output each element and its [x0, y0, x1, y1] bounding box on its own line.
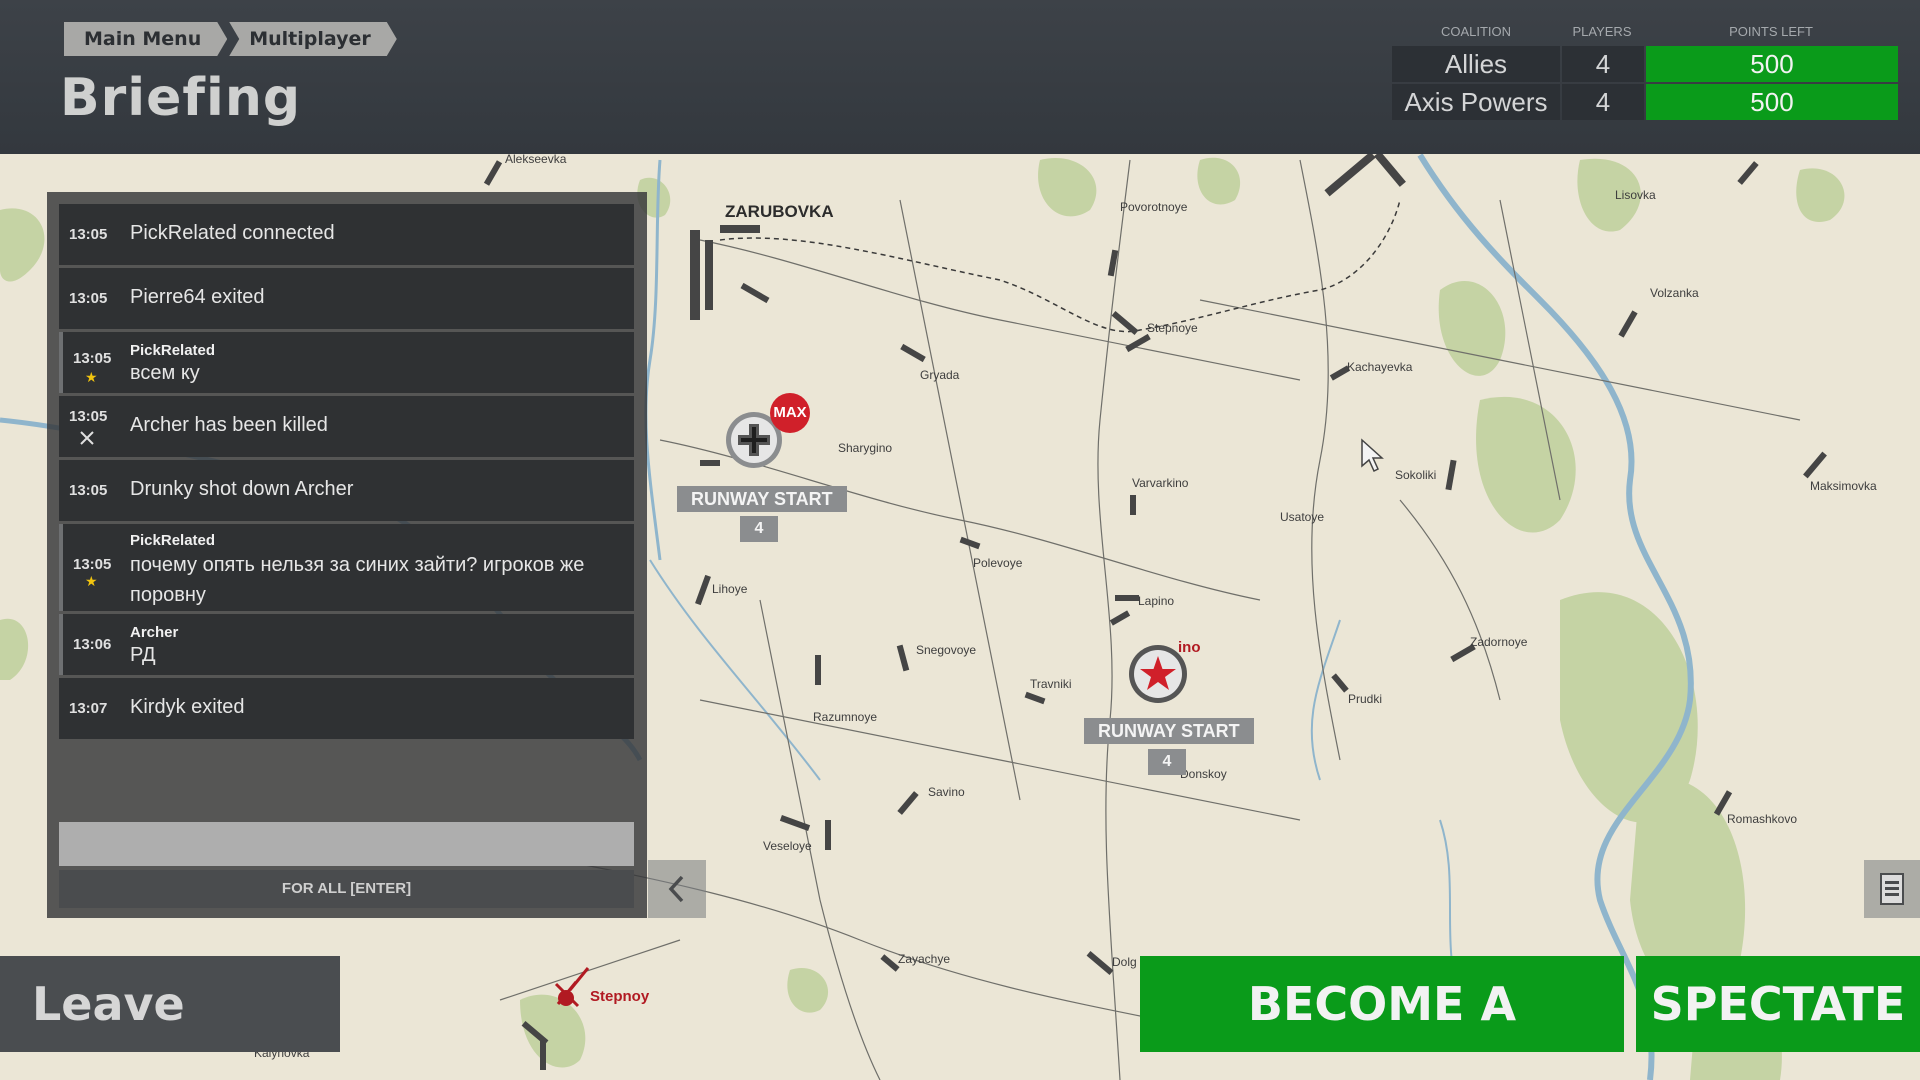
coalition-row-axis: Axis Powers 4 500: [1392, 84, 1898, 120]
star-icon: ★: [85, 574, 98, 590]
header-coalition: COALITION: [1440, 24, 1512, 39]
message-time: 13:05: [69, 290, 108, 307]
message-text: всем ку: [130, 362, 200, 384]
town-polevoye: Polevoye: [973, 556, 1023, 570]
town-donskoy: Donskoy: [1180, 767, 1227, 781]
town-zarubovka: ZARUBOVKA: [725, 202, 834, 221]
town-varvarkino: Varvarkino: [1132, 476, 1189, 490]
message-text: Kirdyk exited: [130, 696, 245, 718]
coalition-players: 4: [1562, 46, 1644, 82]
message-time: 13:05: [69, 226, 108, 243]
message-text: Archer has been killed: [130, 414, 328, 436]
axis-runway-start-label[interactable]: RUNWAY START: [677, 486, 847, 512]
town-kachayevka: Kachayevka: [1347, 360, 1413, 374]
destroyed-icon: [554, 967, 590, 1008]
become-gunner-button[interactable]: BECOME A GUNNER: [1140, 956, 1624, 1080]
town-stepnoy: Stepnoy: [590, 988, 650, 1005]
chat-message: 13:05 Archer has been killed: [59, 396, 634, 457]
town-sharygino: Sharygino: [838, 441, 893, 455]
message-time: 13:05: [73, 556, 112, 573]
chat-message: 13:07 Kirdyk exited: [59, 678, 634, 739]
message-time: 13:06: [73, 636, 112, 653]
message-author: Archer: [130, 624, 179, 641]
coalition-row-allies: Allies 4 500: [1392, 46, 1898, 82]
coalition-table: COALITION PLAYERS POINTS LEFT Allies 4 5…: [1392, 24, 1898, 120]
leave-server-button[interactable]: Leave Server: [0, 956, 340, 1080]
max-badge: MAX: [770, 393, 810, 433]
town-sokoliki: Sokoliki: [1395, 468, 1437, 482]
message-text: Pierre64 exited: [130, 286, 265, 308]
chat-message: 13:05 Drunky shot down Archer: [59, 460, 634, 521]
spectate-button[interactable]: SPECTATE: [1636, 956, 1920, 1052]
header-points-left: POINTS LEFT: [1729, 24, 1813, 39]
chat-message: 13:05 ★ PickRelated всем ку: [59, 332, 634, 393]
town-veseloye: Veseloye: [763, 839, 812, 853]
map-legend-button[interactable]: [1864, 860, 1920, 918]
message-text: PickRelated connected: [130, 222, 335, 244]
message-text: Drunky shot down Archer: [130, 478, 354, 500]
document-icon: [1880, 873, 1904, 905]
town-povorotnoye: Povorotnoye: [1120, 200, 1188, 214]
message-time: 13:05: [73, 350, 112, 367]
crossed-swords-icon: [79, 430, 95, 450]
message-author: PickRelated: [130, 342, 216, 359]
coalition-name: Axis Powers: [1392, 84, 1560, 120]
chat-panel: 13:05 PickRelated connected 13:05 Pierre…: [47, 192, 647, 918]
town-zadornoye: Zadornoye: [1470, 635, 1528, 649]
coalition-points: 500: [1646, 84, 1898, 120]
star-icon: ★: [85, 370, 98, 386]
chat-message: 13:06 Archer РД: [59, 614, 634, 675]
town-dolg: Dolg: [1112, 955, 1137, 969]
message-time: 13:07: [69, 700, 108, 717]
town-razumnoye: Razumnoye: [813, 710, 878, 724]
mouse-cursor-icon: [1361, 438, 1384, 473]
breadcrumb-multiplayer[interactable]: Multiplayer: [229, 22, 397, 56]
breadcrumb-main-menu[interactable]: Main Menu: [64, 22, 227, 56]
town-gryada: Gryada: [920, 368, 960, 382]
town-volzanka: Volzanka: [1650, 286, 1699, 300]
chat-send-for-all-button[interactable]: FOR ALL [ENTER]: [59, 870, 634, 908]
message-time: 13:05: [69, 482, 108, 499]
chat-message-list[interactable]: 13:05 PickRelated connected 13:05 Pierre…: [59, 204, 634, 742]
town-alekseevka: Alekseevka: [505, 152, 567, 166]
message-author: PickRelated: [130, 532, 216, 549]
town-lapino: Lapino: [1138, 594, 1175, 608]
town-romashkovo: Romashkovo: [1727, 812, 1798, 826]
allied-runway-player-count: 4: [1148, 749, 1186, 775]
town-lihoye: Lihoye: [712, 582, 748, 596]
coalition-points: 500: [1646, 46, 1898, 82]
page-title: Briefing: [60, 68, 302, 128]
allied-runway-start-label[interactable]: RUNWAY START: [1084, 718, 1254, 744]
axis-runway-player-count: 4: [740, 516, 778, 542]
town-zayachye: Zayachye: [898, 952, 951, 966]
briefing-header: Main Menu Multiplayer Briefing COALITION…: [0, 0, 1920, 154]
breadcrumb: Main Menu Multiplayer: [64, 22, 397, 56]
coalition-name: Allies: [1392, 46, 1560, 82]
town-travniki: Travniki: [1030, 677, 1072, 691]
town-lisovka: Lisovka: [1615, 188, 1656, 202]
town-stepnoye: Stepnoye: [1147, 321, 1198, 335]
chat-message: 13:05 Pierre64 exited: [59, 268, 634, 329]
allied-airfield-marker[interactable]: [1127, 643, 1189, 705]
coalition-players: 4: [1562, 84, 1644, 120]
collapse-chat-button[interactable]: [648, 860, 706, 918]
chat-message: 13:05 ★ PickRelated почему опять нельзя …: [59, 524, 634, 611]
chevron-left-icon: [668, 875, 684, 903]
red-star-icon: [1129, 645, 1187, 703]
town-maksimovka: Maksimovka: [1810, 479, 1877, 493]
coalition-table-header: COALITION PLAYERS POINTS LEFT: [1392, 24, 1898, 44]
town-savino: Savino: [928, 785, 965, 799]
chat-message: 13:05 PickRelated connected: [59, 204, 634, 265]
message-time: 13:05: [69, 408, 108, 425]
town-prudki: Prudki: [1348, 692, 1383, 706]
town-usatoye: Usatoye: [1280, 510, 1325, 524]
message-text: РД: [130, 644, 156, 666]
header-players: PLAYERS: [1572, 24, 1632, 39]
message-text: почему опять нельзя за синих зайти? игро…: [130, 554, 585, 606]
town-snegovoye: Snegovoye: [916, 643, 977, 657]
chat-input[interactable]: [59, 822, 634, 866]
destroyed-target-marker[interactable]: [548, 964, 592, 1008]
